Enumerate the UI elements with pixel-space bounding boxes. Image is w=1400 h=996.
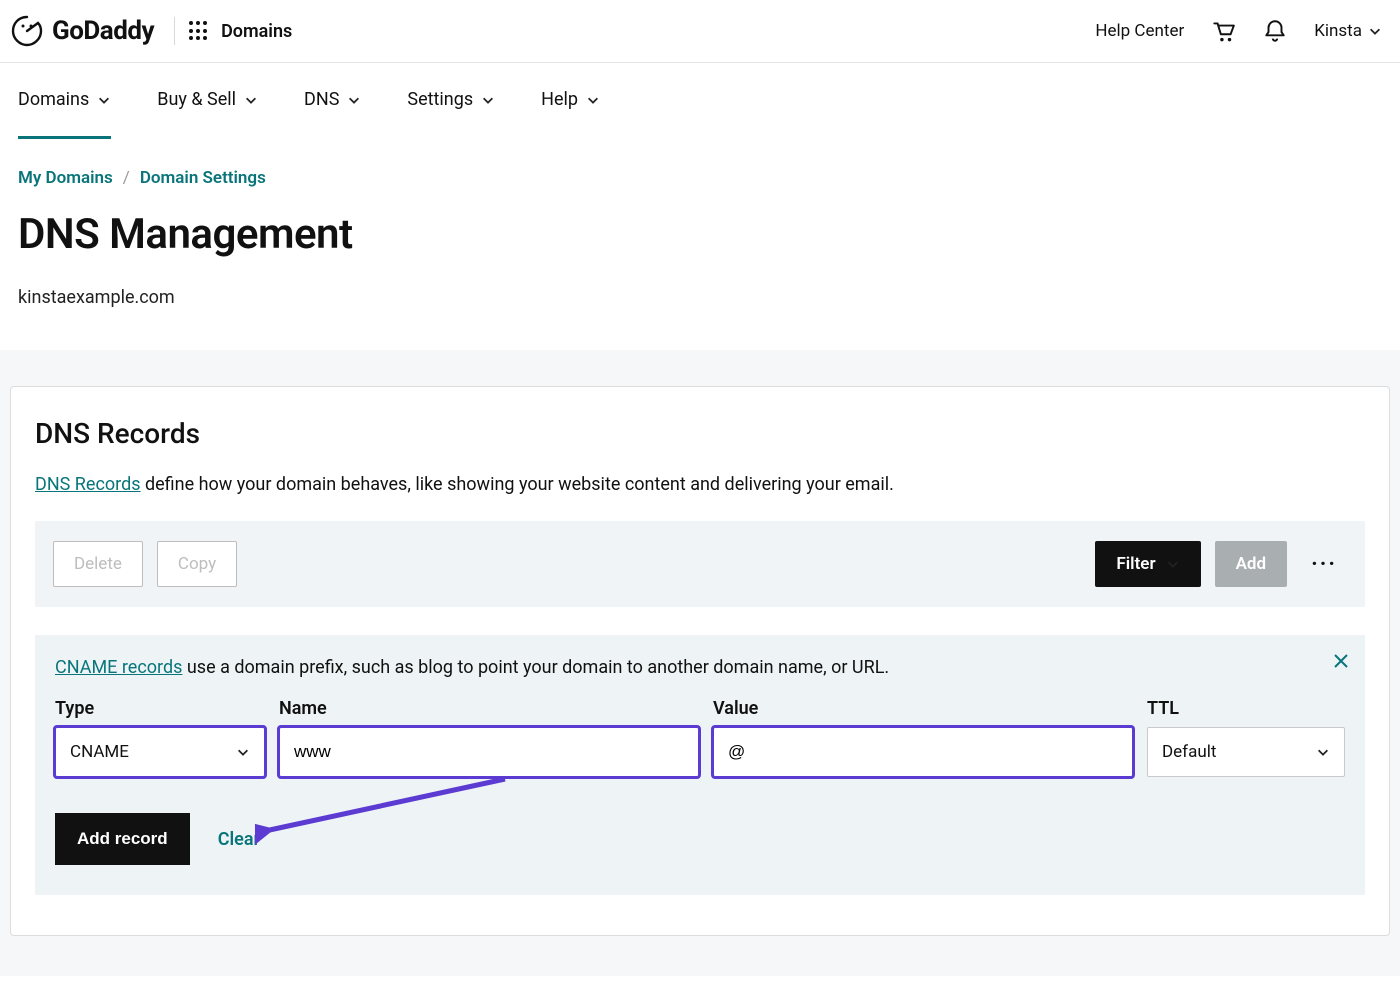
chevron-down-icon [481, 93, 495, 107]
topbar-right: Help Center Kinsta [1095, 18, 1382, 44]
subnav-label: Help [541, 89, 578, 110]
breadcrumb: My Domains / Domain Settings [18, 168, 1382, 188]
value-input-wrap [713, 727, 1133, 777]
ttl-select[interactable]: Default [1147, 727, 1345, 777]
records-toolbar: Delete Copy Filter Add ··· [35, 521, 1365, 607]
chevron-down-icon [236, 745, 250, 759]
brand-name: GoDaddy [52, 16, 154, 46]
type-value: CNAME [70, 742, 129, 762]
subnav-settings[interactable]: Settings [407, 89, 495, 139]
value-field: Value [713, 698, 1133, 777]
chevron-down-icon [97, 93, 111, 107]
name-field: Name [279, 698, 699, 777]
chevron-down-icon [347, 93, 361, 107]
section-description-text: define how your domain behaves, like sho… [141, 474, 894, 495]
divider [174, 17, 175, 45]
section-description: DNS Records define how your domain behav… [35, 474, 1365, 495]
type-field: Type CNAME [55, 698, 265, 777]
app-switcher[interactable]: Domains [189, 21, 292, 42]
subnav-label: Settings [407, 89, 473, 110]
subnav-dns[interactable]: DNS [304, 89, 361, 139]
value-label: Value [713, 698, 1133, 719]
page-title: DNS Management [18, 210, 1382, 259]
domain-name: kinstaexample.com [18, 287, 1382, 308]
add-record-button[interactable]: Add record [55, 813, 190, 865]
section-title: DNS Records [35, 417, 1365, 450]
dns-records-card: DNS Records DNS Records define how your … [10, 386, 1390, 936]
user-menu[interactable]: Kinsta [1314, 21, 1382, 41]
user-name: Kinsta [1314, 21, 1362, 41]
dns-records-link[interactable]: DNS Records [35, 474, 141, 495]
godaddy-logo-icon [10, 14, 44, 48]
chevron-down-icon [244, 93, 258, 107]
subnav-domains[interactable]: Domains [18, 89, 111, 139]
ttl-value: Default [1162, 742, 1216, 762]
name-input-wrap [279, 727, 699, 777]
copy-button[interactable]: Copy [157, 541, 237, 587]
subnav-label: Domains [18, 89, 89, 110]
breadcrumb-separator: / [123, 168, 130, 188]
add-button[interactable]: Add [1215, 541, 1288, 587]
brand-logo[interactable]: GoDaddy [10, 14, 172, 48]
ttl-field: TTL Default [1147, 698, 1345, 777]
ttl-label: TTL [1147, 698, 1345, 719]
subnav: Domains Buy & Sell DNS Settings Help [0, 63, 1400, 140]
type-label: Type [55, 698, 265, 719]
cname-info-text: CNAME records use a domain prefix, such … [55, 657, 1345, 678]
filter-label: Filter [1116, 554, 1155, 574]
clear-link[interactable]: Clear [218, 829, 260, 850]
topbar: GoDaddy Domains Help Center Kinsta [0, 0, 1400, 63]
breadcrumb-my-domains[interactable]: My Domains [18, 168, 113, 188]
subnav-label: DNS [304, 89, 339, 110]
apps-icon [189, 21, 209, 41]
subnav-label: Buy & Sell [157, 89, 236, 110]
name-label: Name [279, 698, 699, 719]
cart-icon[interactable] [1210, 18, 1236, 44]
chevron-down-icon [1368, 24, 1382, 38]
subnav-buy-sell[interactable]: Buy & Sell [157, 89, 258, 139]
form-actions: Add record Clear [55, 813, 1345, 865]
cname-info-rest: use a domain prefix, such as blog to poi… [182, 657, 889, 678]
cname-records-link[interactable]: CNAME records [55, 657, 182, 678]
chevron-down-icon [1166, 557, 1180, 571]
chevron-down-icon [586, 93, 600, 107]
annotation-arrow [255, 773, 515, 853]
record-form-row: Type CNAME Name Value [55, 698, 1345, 777]
app-switcher-label: Domains [221, 21, 292, 42]
subnav-help[interactable]: Help [541, 89, 600, 139]
cname-form-panel: CNAME records use a domain prefix, such … [35, 635, 1365, 895]
filter-button[interactable]: Filter [1095, 541, 1200, 587]
help-center-link[interactable]: Help Center [1095, 21, 1184, 41]
name-input[interactable] [294, 728, 684, 776]
page-header: My Domains / Domain Settings DNS Managem… [0, 140, 1400, 350]
bell-icon[interactable] [1262, 18, 1288, 44]
type-select[interactable]: CNAME [55, 727, 265, 777]
chevron-down-icon [1316, 745, 1330, 759]
breadcrumb-domain-settings[interactable]: Domain Settings [140, 168, 266, 188]
more-icon[interactable]: ··· [1301, 546, 1347, 583]
close-icon[interactable] [1331, 651, 1351, 671]
content-area: DNS Records DNS Records define how your … [0, 350, 1400, 976]
delete-button[interactable]: Delete [53, 541, 143, 587]
value-input[interactable] [728, 728, 1118, 776]
